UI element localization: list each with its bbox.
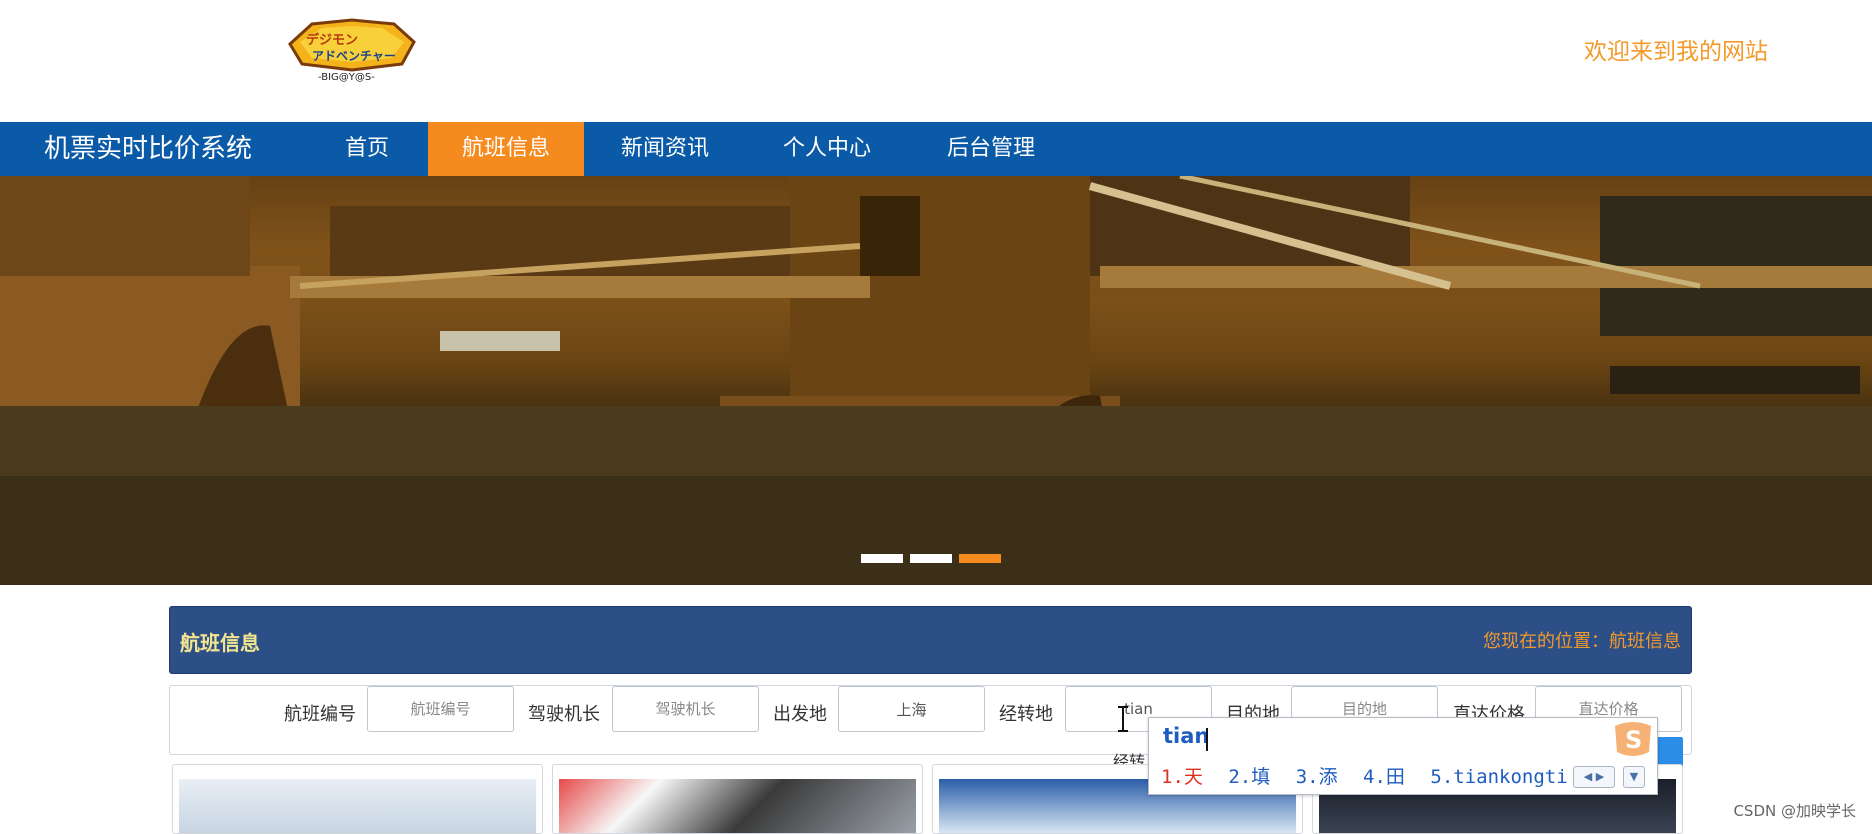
text-caret: [1206, 728, 1208, 751]
ime-candidate-window[interactable]: tian 1.天 2.填 3.添 4.田 5.tiankongti ◀ ▶ ▼ …: [1148, 717, 1658, 795]
nav-item-flights[interactable]: 航班信息: [428, 122, 584, 176]
departure-input[interactable]: [838, 686, 985, 732]
carousel-dot-3[interactable]: [959, 554, 1001, 563]
departure-label: 出发地: [773, 704, 827, 725]
flight-card-1[interactable]: [172, 764, 543, 834]
nav-item-news[interactable]: 新闻资讯: [600, 122, 730, 176]
sogou-logo-icon: S: [1609, 718, 1657, 760]
flight-card-image: [179, 779, 536, 833]
flight-card-image: [559, 779, 916, 833]
watermark: CSDN @加映学长: [1733, 802, 1856, 820]
section-header: 航班信息 您现在的位置：航班信息: [169, 606, 1692, 674]
text-cursor-icon: [1116, 706, 1130, 732]
ime-candidate-list: 1.天 2.填 3.添 4.田 5.tiankongti: [1161, 762, 1582, 789]
flight-no-input[interactable]: [367, 686, 514, 732]
banner-carousel[interactable]: [0, 176, 1872, 585]
site-logo[interactable]: デジモン アドベンチャー -BIG@Y@S-: [282, 14, 420, 84]
svg-text:S: S: [1625, 726, 1642, 754]
transit-label: 经转地: [999, 704, 1053, 725]
carousel-dot-2[interactable]: [910, 554, 952, 563]
main-nav: 机票实时比价系统 首页 航班信息 新闻资讯 个人中心 后台管理: [0, 122, 1872, 176]
site-brand[interactable]: 机票实时比价系统: [44, 122, 252, 176]
captain-input[interactable]: [612, 686, 759, 732]
ime-candidate-2[interactable]: 2.填: [1228, 766, 1270, 788]
svg-text:-BIG@Y@S-: -BIG@Y@S-: [318, 72, 375, 83]
welcome-text: 欢迎来到我的网站: [1584, 39, 1768, 65]
ime-expand-icon[interactable]: ▼: [1623, 766, 1645, 788]
carousel-dot-1[interactable]: [861, 554, 903, 563]
nav-item-profile[interactable]: 个人中心: [766, 122, 888, 176]
ime-candidate-3[interactable]: 3.添: [1296, 766, 1338, 788]
svg-text:デジモン: デジモン: [306, 32, 358, 48]
ime-candidate-4[interactable]: 4.田: [1363, 766, 1405, 788]
ime-candidate-1[interactable]: 1.天: [1161, 766, 1203, 788]
nav-item-admin[interactable]: 后台管理: [930, 122, 1052, 176]
ime-page-arrows-icon[interactable]: ◀ ▶: [1573, 766, 1615, 788]
ime-pinyin: tian: [1163, 724, 1210, 748]
nav-item-home[interactable]: 首页: [324, 122, 410, 176]
flight-card-2[interactable]: [552, 764, 923, 834]
section-title: 航班信息: [180, 631, 260, 655]
flight-no-label: 航班编号: [284, 704, 356, 725]
breadcrumb: 您现在的位置：航班信息: [1483, 631, 1681, 652]
site-header: デジモン アドベンチャー -BIG@Y@S- 欢迎来到我的网站: [0, 0, 1872, 122]
svg-text:アドベンチャー: アドベンチャー: [312, 49, 396, 63]
banner-image: [0, 176, 1872, 585]
ime-candidate-5[interactable]: 5.tiankongti: [1430, 766, 1567, 788]
captain-label: 驾驶机长: [528, 704, 600, 725]
